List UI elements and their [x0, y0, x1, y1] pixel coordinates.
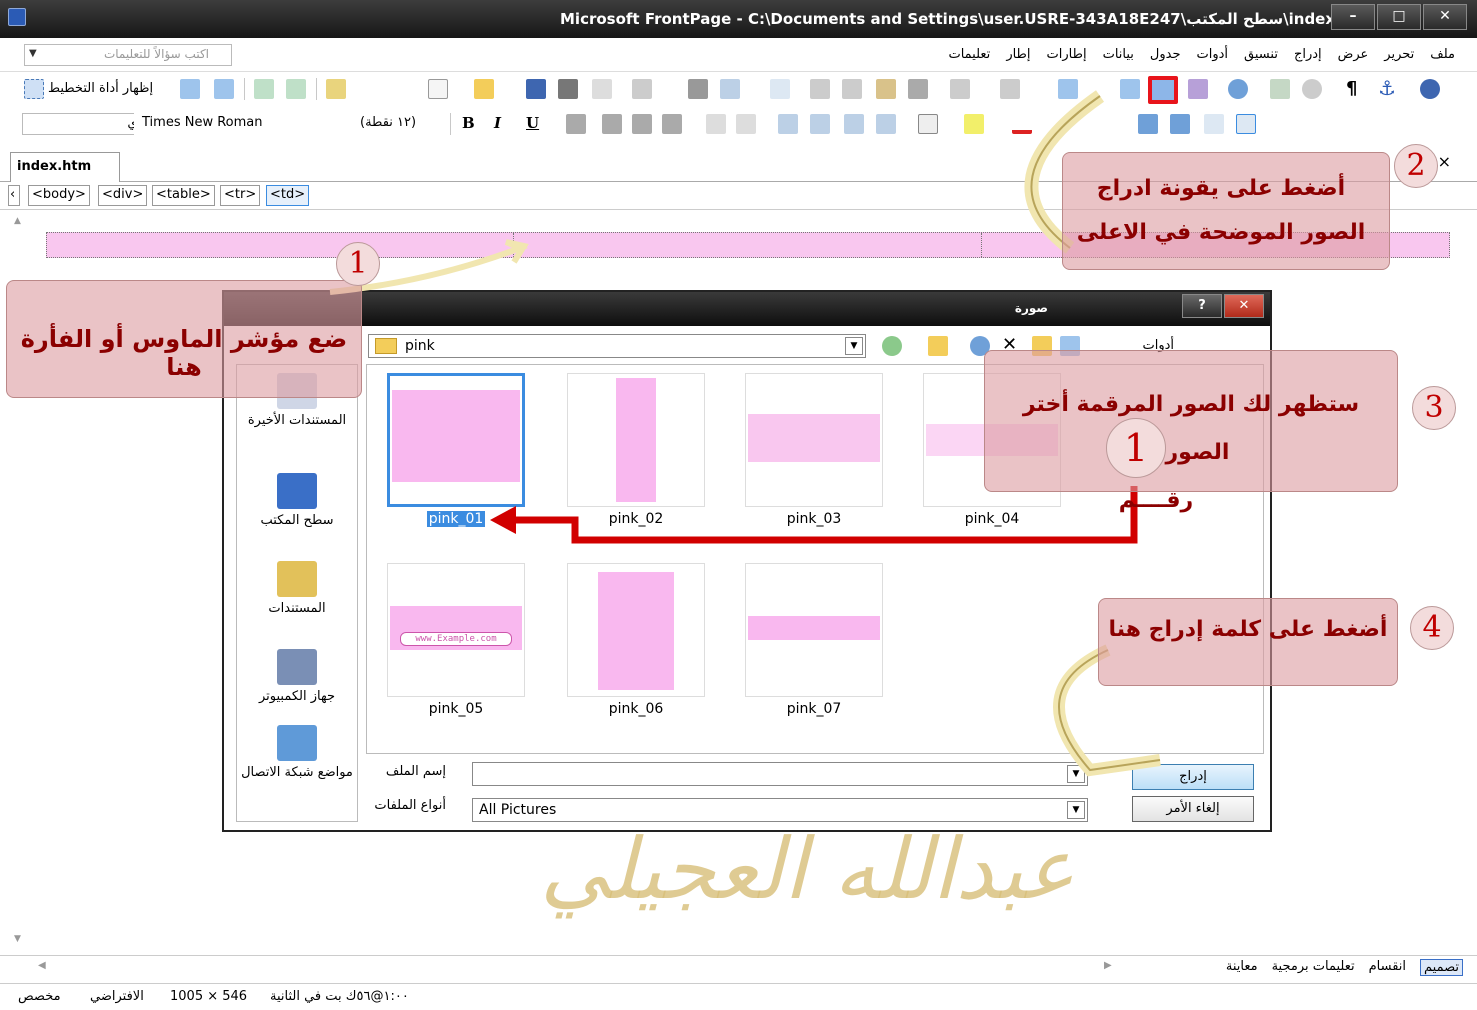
status-mode: الافتراضي	[90, 989, 144, 1004]
step-number-1: 1	[336, 242, 380, 286]
red-arrowhead	[490, 506, 516, 534]
step-number-4: 4	[1410, 606, 1454, 650]
status-speed: ١:٠٠@٥٦ك بت في الثانية	[270, 989, 409, 1004]
step-number-2: 2	[1394, 144, 1438, 188]
step-number-3: 3	[1412, 386, 1456, 430]
tab-preview[interactable]: معاينة	[1226, 959, 1258, 976]
callout-step-3: ستظهر لك الصور المرقمة أختر الصورة رقـــ…	[984, 350, 1398, 513]
callout-step-3-text: ستظهر لك الصور المرقمة أختر الصورة	[1022, 392, 1360, 465]
callout-step-3-rakam: رقــــم	[1118, 488, 1194, 513]
callout-step-2: أضغط على يقونة ادراج الصور الموضحة في ال…	[1062, 152, 1390, 270]
callout-step-1: ضع مؤشر الماوس أو الفأرة هنا	[6, 280, 362, 398]
status-page-size: 1005 × 546	[170, 989, 248, 1004]
status-custom: مخصص	[18, 989, 61, 1004]
tab-code[interactable]: تعليمات برمجية	[1272, 959, 1355, 976]
scroll-left-icon[interactable]: ◀	[38, 960, 46, 971]
scroll-right-icon[interactable]: ▶	[1104, 960, 1112, 971]
signature-watermark: عبدالله العجيلي	[540, 820, 1075, 918]
tab-design[interactable]: تصميم	[1420, 959, 1463, 976]
status-bar: مخصص الافتراضي 1005 × 546 ١:٠٠@٥٦ك بت في…	[0, 983, 1477, 1010]
callout-step-4: أضغط على كلمة إدراج هنا	[1098, 598, 1398, 686]
inner-number-1: 1	[1106, 418, 1166, 478]
view-tabs-bar: ◀ ▶ تصميم انقسام تعليمات برمجية معاينة	[0, 955, 1477, 981]
tab-split[interactable]: انقسام	[1369, 959, 1406, 976]
